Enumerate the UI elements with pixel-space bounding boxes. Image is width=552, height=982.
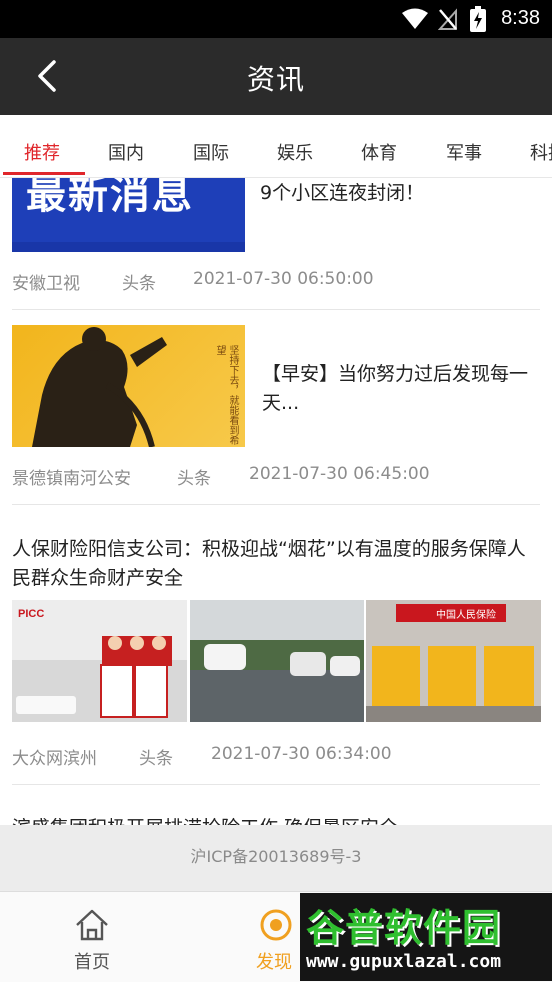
news-title: 【早安】当你努力过后发现每一天... — [262, 363, 529, 414]
wifi-icon — [402, 8, 428, 29]
nav-home[interactable]: 首页 — [46, 892, 138, 982]
news-category: 头条 — [139, 749, 173, 769]
tab-domestic[interactable]: 国内 — [108, 139, 144, 165]
page-title: 资讯 — [246, 63, 305, 96]
news-category: 头条 — [122, 274, 156, 294]
picc-logo-text: PICC — [18, 608, 45, 620]
watermark-url: www.gupuxlazal.com — [306, 951, 502, 972]
discover-icon — [260, 909, 292, 941]
watermark-logo: 谷普软件园 www.gupuxlazal.com — [300, 893, 552, 981]
tab-tech[interactable]: 科技 — [530, 139, 552, 165]
nav-discover-label: 发现 — [256, 952, 292, 973]
watermark-title: 谷普软件园 — [306, 906, 502, 950]
news-category: 头条 — [177, 469, 211, 489]
news-image-2 — [190, 600, 364, 722]
tab-entertainment[interactable]: 娱乐 — [277, 139, 313, 165]
active-tab-indicator — [3, 172, 85, 175]
tab-recommend[interactable]: 推荐 — [24, 139, 60, 165]
picc-banner-text: 中国人民保险 — [436, 610, 496, 621]
news-source: 安徽卫视 — [12, 274, 80, 294]
status-bar: 8:38 — [0, 0, 552, 38]
news-time: 2021-07-30 06:45:00 — [249, 464, 430, 484]
news-title: 9个小区连夜封闭！ — [260, 182, 425, 204]
tab-military[interactable]: 军事 — [446, 139, 482, 165]
nav-home-label: 首页 — [74, 952, 110, 973]
thumbnail-caption: 最新消息 — [26, 178, 194, 218]
news-list[interactable]: 最新消息 9个小区连夜封闭！ 安徽卫视 头条 2021-07-30 06:50:… — [0, 178, 552, 825]
news-title: 人保财险阳信支公司：积极迎战“烟花”以有温度的服务保障人民群众生命财产安全 — [12, 538, 526, 589]
news-time: 2021-07-30 06:34:00 — [211, 744, 392, 764]
home-icon — [76, 909, 108, 941]
thumbnail-caption: 坚持下去，就能看到希望 — [214, 345, 238, 445]
news-thumbnail: 最新消息 — [12, 178, 245, 252]
news-source: 景德镇南河公安 — [12, 469, 131, 489]
icp-footer: 沪ICP备20013689号-3 — [0, 825, 552, 891]
app-header: 资讯 — [0, 38, 552, 115]
tab-sports[interactable]: 体育 — [361, 139, 397, 165]
news-thumbnail: 坚持下去，就能看到希望 — [12, 325, 245, 447]
news-source: 大众网滨州 — [12, 749, 97, 769]
divider — [12, 504, 540, 505]
no-signal-icon — [438, 8, 457, 30]
news-image-1: PICC — [12, 600, 187, 722]
news-image-3: 中国人民保险 — [366, 600, 541, 722]
category-tabs: 推荐 国内 国际 娱乐 体育 军事 科技 — [0, 115, 552, 178]
tab-international[interactable]: 国际 — [193, 139, 229, 165]
battery-charging-icon — [470, 6, 486, 32]
status-time: 8:38 — [501, 7, 540, 29]
divider — [12, 309, 540, 310]
divider — [12, 784, 540, 785]
news-time: 2021-07-30 06:50:00 — [193, 269, 374, 289]
news-title: 滨盛集团积极开展排涝抢险工作 确保暑区安全 — [12, 814, 542, 825]
